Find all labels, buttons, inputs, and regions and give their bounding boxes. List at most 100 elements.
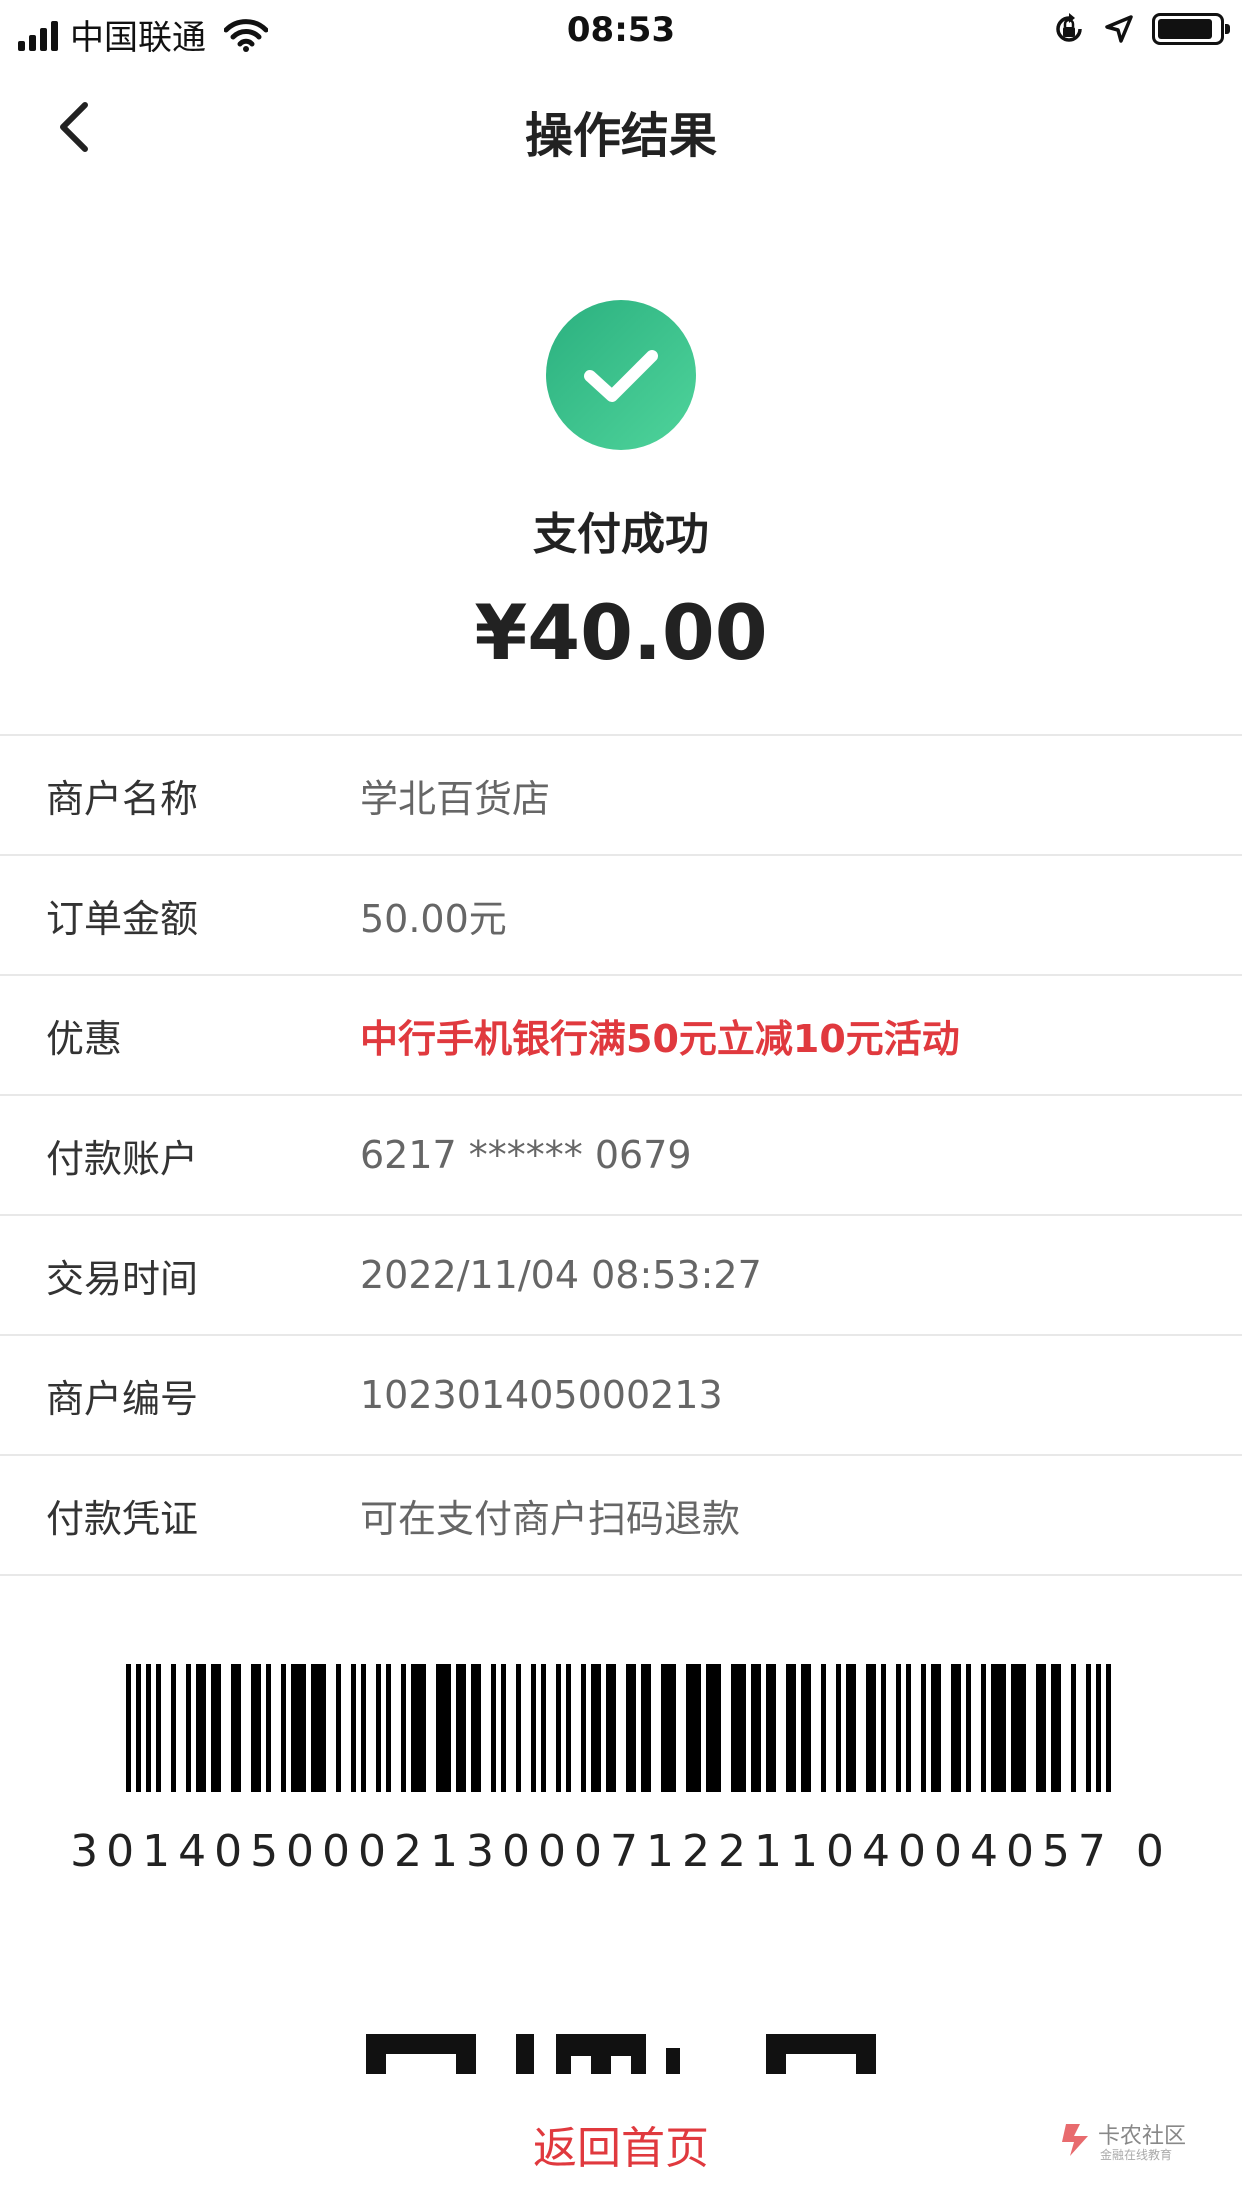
barcode-bar [516, 1664, 521, 1792]
barcode-bar [1011, 1664, 1026, 1792]
barcode-bar [156, 1664, 161, 1792]
location-icon [1105, 15, 1133, 43]
barcode-bar [376, 1664, 381, 1792]
barcode-bar [566, 1664, 571, 1792]
barcode-bar [896, 1664, 901, 1792]
barcode-bar [731, 1664, 746, 1792]
barcode-bar [866, 1664, 876, 1792]
page-title: 操作结果 [524, 108, 717, 164]
barcode-bar [531, 1664, 536, 1792]
barcode-bar [1106, 1664, 1111, 1792]
payment-amount: ¥40.00 [474, 588, 768, 677]
barcode-bar [626, 1664, 636, 1792]
transaction-details: 商户名称 学北百货店 订单金额 50.00元 优惠 中行手机银行满50元立减10元活动 付款… [0, 734, 1242, 1576]
barcode-bar [231, 1664, 241, 1792]
barcode-bar [471, 1664, 481, 1792]
barcode-number: 30140500021300071221104004057 0 [70, 1826, 1172, 1877]
detail-label: 付款凭证 [46, 1496, 199, 1541]
barcode-bar [581, 1664, 586, 1792]
barcode-bar [501, 1664, 506, 1792]
barcode-bar [281, 1664, 286, 1792]
barcode-bar [881, 1664, 886, 1792]
barcode-bar [1051, 1664, 1061, 1792]
detail-value: 2022/11/04 08:53:27 [360, 1253, 762, 1297]
payment-result-page: 中国联通 08:53 操作结果 支付成功 ¥40.00 商户名称 学北百货店 订… [0, 0, 1242, 2208]
return-home-button[interactable]: 返回首页 [0, 2112, 1242, 2176]
detail-row: 商户编号 102301405000213 [0, 1336, 1242, 1456]
detail-label: 付款账户 [46, 1136, 199, 1181]
rotation-lock-icon [1056, 13, 1082, 42]
barcode-bar [146, 1664, 151, 1792]
barcode-bar [751, 1664, 761, 1792]
barcode-bar [491, 1664, 496, 1792]
detail-value: 6217 ****** 0679 [360, 1133, 692, 1177]
barcode-bar [846, 1664, 856, 1792]
detail-label: 商户编号 [46, 1376, 199, 1421]
barcode-bar [171, 1664, 176, 1792]
watermark-logo-icon [1062, 2124, 1088, 2156]
barcode-bar [541, 1664, 546, 1792]
barcode-bar [556, 1664, 561, 1792]
detail-label: 优惠 [46, 1016, 123, 1061]
barcode-bar [211, 1664, 221, 1792]
success-check-icon [546, 300, 696, 450]
battery-icon [1152, 13, 1230, 45]
detail-value: 可在支付商户扫码退款 [360, 1496, 741, 1541]
barcode-bar [686, 1664, 701, 1792]
barcode-bar [1071, 1664, 1076, 1792]
barcode-bar [351, 1664, 356, 1792]
status-right [1052, 12, 1230, 46]
barcode-bar [1086, 1664, 1091, 1792]
detail-label: 商户名称 [46, 776, 199, 821]
community-watermark: 卡农社区 金融在线教育 [1060, 2116, 1190, 2166]
status-bar: 中国联通 08:53 [0, 0, 1242, 62]
barcode-bar [786, 1664, 796, 1792]
detail-row: 优惠 中行手机银行满50元立减10元活动 [0, 976, 1242, 1096]
barcode-bar [311, 1664, 326, 1792]
barcode-bar [1036, 1664, 1046, 1792]
detail-row: 付款凭证 可在支付商户扫码退款 [0, 1456, 1242, 1576]
barcode-bar [981, 1664, 986, 1792]
barcode-bar [386, 1664, 391, 1792]
detail-label: 交易时间 [46, 1256, 199, 1301]
detail-value: 102301405000213 [360, 1373, 723, 1417]
payment-qr-code [366, 2034, 876, 2074]
detail-value: 学北百货店 [360, 776, 551, 821]
watermark-subtext: 金融在线教育 [1100, 2148, 1173, 2162]
barcode-bar [766, 1664, 776, 1792]
payment-status-text: 支付成功 [533, 509, 709, 560]
barcode-bar [196, 1664, 206, 1792]
detail-row: 交易时间 2022/11/04 08:53:27 [0, 1216, 1242, 1336]
barcode-bar [951, 1664, 961, 1792]
barcode-bar [606, 1664, 616, 1792]
battery-fill [1158, 19, 1212, 39]
barcode-bar [921, 1664, 926, 1792]
barcode-bar [436, 1664, 451, 1792]
detail-label: 订单金额 [46, 896, 199, 941]
barcode-bar [456, 1664, 466, 1792]
detail-row: 订单金额 50.00元 [0, 856, 1242, 976]
barcode-bar [801, 1664, 811, 1792]
barcode-bar [641, 1664, 651, 1792]
barcode-bar [401, 1664, 406, 1792]
barcode-bar [821, 1664, 826, 1792]
nav-bar: 操作结果 [0, 62, 1242, 192]
barcode-bar [186, 1664, 191, 1792]
barcode-bar [591, 1664, 601, 1792]
barcode-bar [266, 1664, 271, 1792]
detail-value: 50.00元 [360, 896, 507, 941]
barcode-bar [126, 1664, 131, 1792]
barcode-bar [966, 1664, 971, 1792]
barcode-bar [136, 1664, 141, 1792]
barcode-bar [1096, 1664, 1101, 1792]
detail-row: 商户名称 学北百货店 [0, 736, 1242, 856]
barcode-bar [706, 1664, 721, 1792]
barcode-bar [411, 1664, 426, 1792]
barcode-bar [291, 1664, 306, 1792]
barcode-bar [931, 1664, 941, 1792]
payment-barcode [126, 1664, 1111, 1792]
barcode-bar [361, 1664, 366, 1792]
barcode-bar [336, 1664, 341, 1792]
barcode-bar [991, 1664, 1006, 1792]
barcode-bar [836, 1664, 841, 1792]
